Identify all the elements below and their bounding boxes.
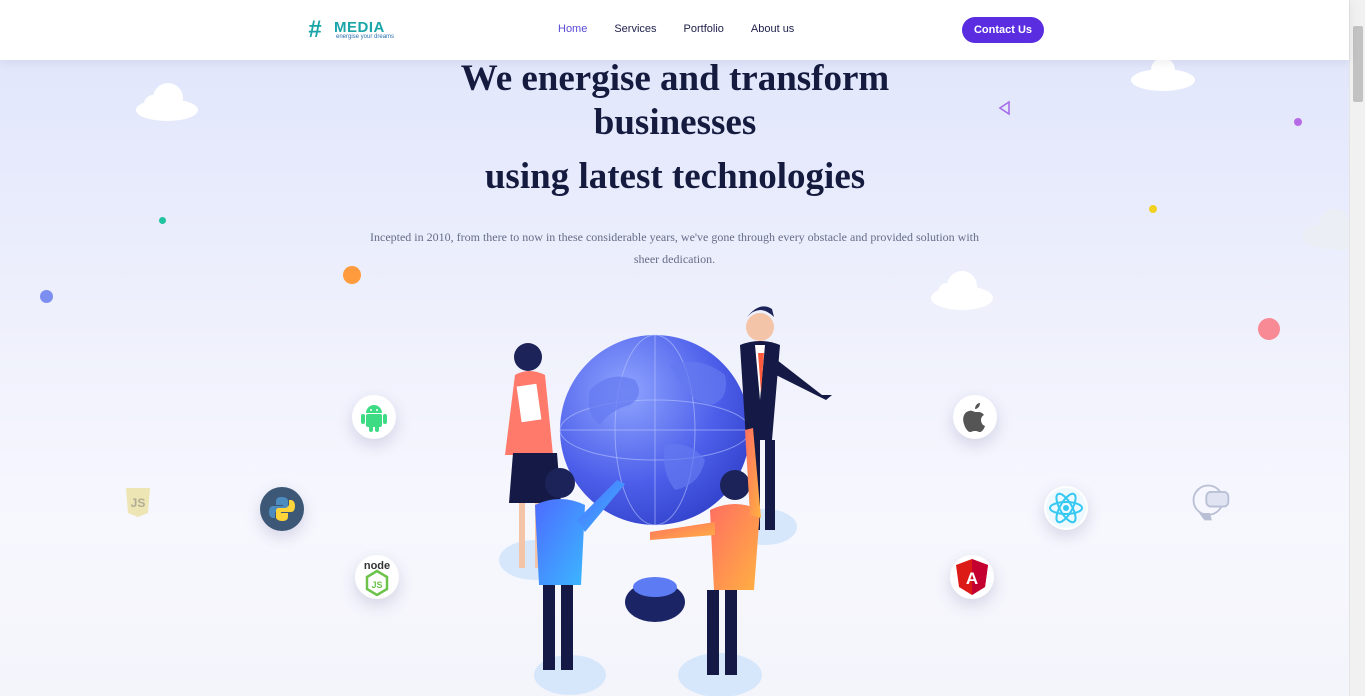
apple-badge (953, 395, 997, 439)
brand-logo[interactable]: # MEDIA energise your dreams (308, 16, 403, 44)
hash-logo-icon: # (308, 16, 322, 43)
svg-text:JS: JS (131, 496, 146, 510)
contact-us-button[interactable]: Contact Us (962, 17, 1044, 43)
decor-dot (343, 266, 361, 284)
triangle-icon (998, 100, 1010, 116)
main-nav: Home Services Portfolio About us (558, 23, 794, 35)
vr-badge (1188, 480, 1232, 524)
nav-item-about-us[interactable]: About us (751, 23, 794, 35)
cloud-icon (1131, 58, 1195, 91)
decor-dot (40, 290, 53, 303)
android-icon (361, 405, 387, 432)
hero-title: We energise and transform businesses usi… (400, 57, 950, 199)
top-navbar: # MEDIA energise your dreams Home Servic… (0, 0, 1349, 60)
hero-title-line1: We energise and transform businesses (460, 58, 890, 143)
javascript-icon: JS (126, 488, 150, 517)
scrollbar-thumb[interactable] (1353, 26, 1363, 102)
vr-headset-icon (1192, 484, 1230, 521)
python-badge (260, 487, 304, 531)
javascript-badge: JS (116, 480, 160, 524)
android-badge (352, 395, 396, 439)
nodejs-icon: node JS (364, 560, 390, 596)
hero-title-line2: using latest technologies (484, 156, 866, 197)
decor-dot (1149, 205, 1157, 213)
angular-icon: A (956, 559, 988, 595)
logo-tagline: energise your dreams (336, 34, 395, 40)
apple-icon (963, 403, 985, 432)
angular-badge: A (950, 555, 994, 599)
nav-item-home[interactable]: Home (558, 23, 587, 35)
nav-item-portfolio[interactable]: Portfolio (684, 23, 724, 35)
cloud-icon (136, 83, 198, 121)
python-icon (269, 497, 295, 521)
hero-description: Incepted in 2010, from there to now in t… (370, 230, 979, 266)
cloud-icon (931, 271, 993, 310)
nodejs-badge: node JS (355, 555, 399, 599)
team-globe-illustration (499, 306, 832, 696)
decor-dot (1258, 318, 1280, 340)
react-icon (1046, 488, 1086, 528)
decor-dot (1294, 118, 1302, 126)
decor-dot (159, 217, 166, 224)
react-badge (1044, 486, 1088, 530)
vertical-scrollbar[interactable] (1349, 0, 1365, 696)
nav-item-services[interactable]: Services (614, 23, 656, 35)
svg-text:A: A (966, 569, 978, 588)
svg-text:JS: JS (371, 580, 382, 590)
cloud-icon (1302, 209, 1349, 250)
